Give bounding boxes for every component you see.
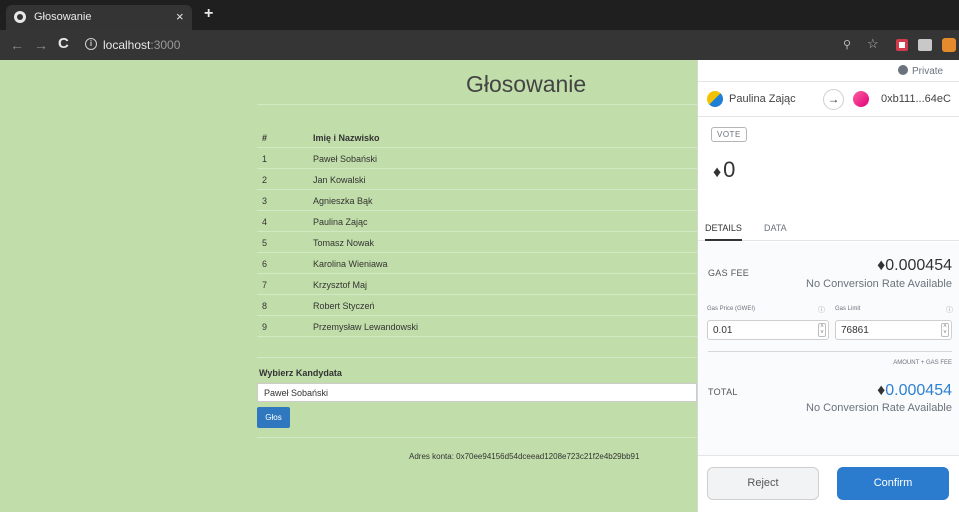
gas-limit-input[interactable]: 76861 ˄ ˅	[835, 320, 952, 340]
url-port: :3000	[150, 38, 181, 52]
column-header-name: Imię i Nazwisko	[313, 133, 380, 143]
table-row: 2 Jan Kowalski	[257, 169, 697, 190]
arrow-right-icon: →	[823, 89, 844, 110]
metamask-popup: Private Paulina Zając → 0xb111...64eC VO…	[697, 60, 959, 512]
gas-limit-info-icon[interactable]: ⓘ	[946, 305, 953, 315]
stepper-arrows-icon[interactable]: ˄ ˅	[818, 323, 826, 337]
candidate-name: Paweł Sobański	[313, 154, 378, 164]
candidate-name: Karolina Wieniawa	[313, 259, 388, 269]
divider	[257, 357, 697, 358]
candidate-number: 9	[262, 322, 268, 332]
candidate-name: Agnieszka Bąk	[313, 196, 373, 206]
tab-close-icon[interactable]: ×	[176, 9, 184, 24]
gas-fee-value: ♦0.000454	[877, 257, 952, 275]
candidate-number: 3	[262, 196, 268, 206]
column-header-number: #	[262, 133, 268, 143]
to-address[interactable]: 0xb111...64eC	[881, 93, 951, 105]
tab-details[interactable]: DETAILS	[705, 218, 742, 241]
candidates-table: # Imię i Nazwisko 1 Paweł Sobański 2 Jan…	[257, 127, 697, 337]
gas-price-input[interactable]: 0.01 ˄ ˅	[707, 320, 829, 340]
globe-icon	[14, 11, 26, 23]
back-arrow-icon[interactable]: ←	[10, 37, 24, 53]
stepper-arrows-icon[interactable]: ˄ ˅	[941, 323, 949, 337]
candidate-number: 7	[262, 280, 268, 290]
browser-toolbar: ← → C i localhost:3000 ⚲ ☆	[0, 30, 959, 60]
to-account-avatar	[853, 91, 869, 107]
total-value: ♦0.000454	[877, 382, 952, 400]
new-tab-icon[interactable]: +	[204, 5, 213, 23]
details-panel: GAS FEE ♦0.000454 No Conversion Rate Ava…	[698, 242, 959, 462]
tab-title: Głosowanie	[34, 11, 92, 23]
action-footer: Reject Confirm	[698, 455, 959, 512]
gas-price-value: 0.01	[713, 325, 733, 336]
browser-tab-bar: Głosowanie × +	[0, 0, 959, 30]
url-host: localhost	[103, 38, 151, 52]
from-account-avatar	[707, 91, 723, 107]
amount-plus-gas-label: AMOUNT + GAS FEE	[893, 360, 952, 366]
tab-data[interactable]: DATA	[764, 223, 787, 233]
candidate-name: Przemysław Lewandowski	[313, 322, 419, 332]
reject-button[interactable]: Reject	[707, 467, 819, 500]
candidate-number: 5	[262, 238, 268, 248]
account-address: Adres konta: 0x70ee94156d54dceead1208e72…	[409, 452, 640, 461]
account-bar: Paulina Zając → 0xb111...64eC	[698, 81, 959, 117]
extension-icon[interactable]	[896, 39, 908, 51]
details-tabs: DETAILS DATA	[698, 218, 959, 241]
table-row: 5 Tomasz Nowak	[257, 232, 697, 253]
private-icon	[898, 65, 908, 75]
candidate-name: Paulina Zając	[313, 217, 368, 227]
table-row: 1 Paweł Sobański	[257, 148, 697, 169]
private-label: Private	[912, 66, 944, 77]
search-icon[interactable]: ⚲	[843, 38, 851, 51]
candidate-name: Robert Styczeń	[313, 301, 375, 311]
table-header-row: # Imię i Nazwisko	[257, 127, 697, 148]
reload-icon[interactable]: C	[58, 35, 69, 52]
candidate-number: 1	[262, 154, 268, 164]
page-title: Głosowanie	[466, 71, 587, 97]
star-icon[interactable]: ☆	[867, 36, 879, 52]
candidate-number: 6	[262, 259, 268, 269]
from-account-name[interactable]: Paulina Zając	[729, 93, 796, 105]
metamask-fox-icon[interactable]	[942, 38, 956, 52]
table-row: 6 Karolina Wieniawa	[257, 253, 697, 274]
address-bar[interactable]: localhost:3000	[103, 38, 180, 52]
gas-fee-conversion: No Conversion Rate Available	[806, 278, 952, 290]
vote-button[interactable]: Głos	[257, 407, 290, 428]
candidate-select-label: Wybierz Kandydata	[259, 368, 342, 378]
camera-icon[interactable]	[918, 39, 932, 51]
forward-arrow-icon[interactable]: →	[34, 37, 48, 53]
table-row: 9 Przemysław Lewandowski	[257, 316, 697, 337]
transaction-amount: ♦0	[713, 157, 735, 183]
divider	[257, 437, 697, 438]
info-icon[interactable]: i	[85, 38, 97, 50]
divider	[257, 104, 697, 105]
table-row: 4 Paulina Zając	[257, 211, 697, 232]
ethereum-icon: ♦	[713, 164, 722, 181]
total-amount: 0.000454	[885, 382, 952, 399]
candidate-number: 2	[262, 175, 268, 185]
candidate-name: Krzysztof Maj	[313, 280, 368, 290]
gas-price-info-icon[interactable]: ⓘ	[818, 305, 825, 315]
gas-fee-label: GAS FEE	[708, 268, 750, 278]
gas-price-label: Gas Price (GWEI)	[707, 306, 756, 312]
candidate-name: Jan Kowalski	[313, 175, 366, 185]
table-row: 8 Robert Styczeń	[257, 295, 697, 316]
gas-fee-amount: 0.000454	[885, 257, 952, 274]
gas-limit-label: Gas Limit	[835, 306, 861, 312]
table-row: 3 Agnieszka Bąk	[257, 190, 697, 211]
candidate-name: Tomasz Nowak	[313, 238, 375, 248]
candidate-number: 8	[262, 301, 268, 311]
candidate-number: 4	[262, 217, 268, 227]
browser-tab[interactable]: Głosowanie ×	[6, 5, 192, 30]
total-label: TOTAL	[708, 387, 738, 397]
amount-value: 0	[723, 157, 736, 182]
gas-limit-value: 76861	[841, 325, 869, 336]
method-badge: VOTE	[711, 127, 747, 142]
divider	[708, 351, 952, 352]
table-row: 7 Krzysztof Maj	[257, 274, 697, 295]
total-conversion: No Conversion Rate Available	[806, 402, 952, 414]
confirm-button[interactable]: Confirm	[837, 467, 949, 500]
candidate-select[interactable]: Paweł Sobański	[257, 383, 697, 402]
private-indicator: Private	[898, 65, 943, 77]
